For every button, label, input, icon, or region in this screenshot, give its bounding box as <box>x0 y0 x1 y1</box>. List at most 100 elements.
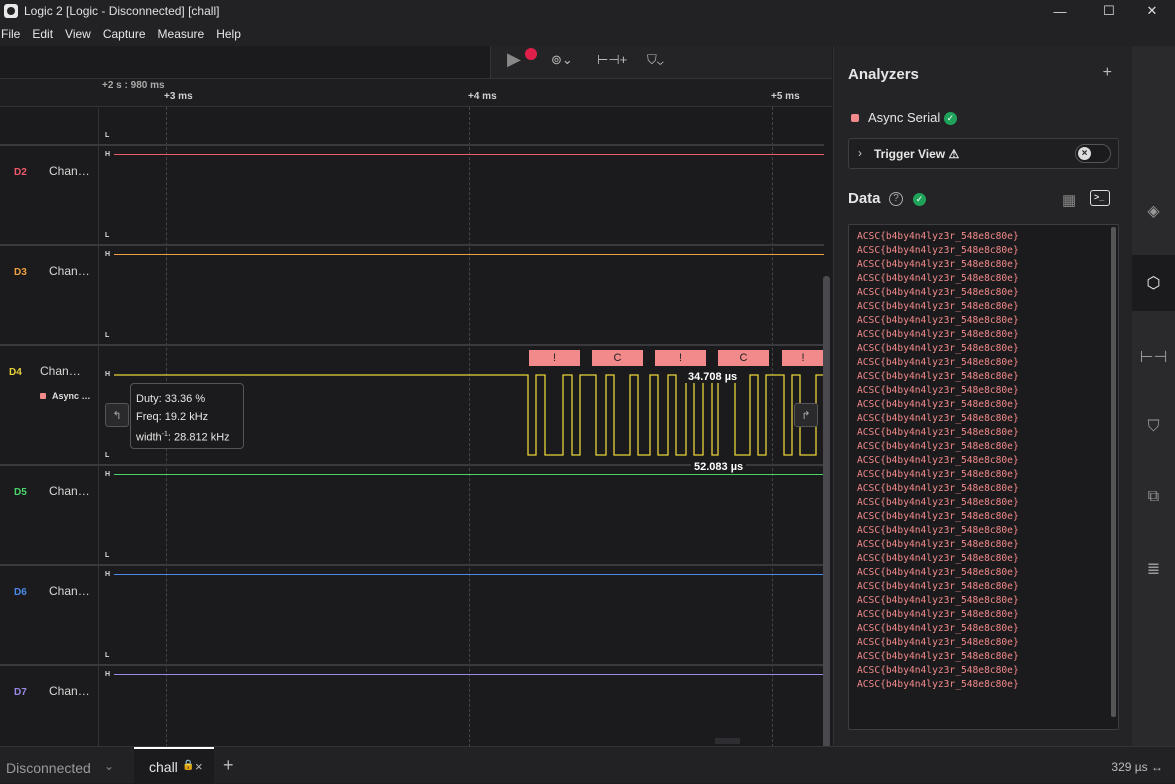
minimize-button[interactable]: — <box>1037 0 1083 22</box>
previous-edge-button[interactable]: ↰ <box>105 403 129 427</box>
window-title: Logic 2 [Logic - Disconnected] [chall] <box>24 4 220 18</box>
decoded-frame[interactable]: C <box>592 350 643 366</box>
new-tab-button[interactable]: + <box>223 755 234 776</box>
horizontal-scroll-handle[interactable] <box>715 738 740 744</box>
menu-view[interactable]: View <box>65 27 97 41</box>
channel-id: D6 <box>14 587 27 598</box>
maximize-button[interactable]: ☐ <box>1086 0 1132 22</box>
signal-trace-d2 <box>114 154 824 155</box>
analyzers-icon[interactable]: ⬡ <box>1132 268 1175 298</box>
low-marker: L <box>105 332 110 339</box>
signal-trace-d3 <box>114 254 824 255</box>
analyzer-item-async-serial[interactable]: Async Serial ✓ <box>868 110 957 126</box>
pulse-width-measurement: 34.708 µs <box>685 371 741 383</box>
menu-edit[interactable]: Edit <box>32 27 59 41</box>
signal-trace-d5 <box>114 474 824 475</box>
connection-status[interactable]: Disconnected <box>6 760 91 776</box>
trigger-view-toggle[interactable]: × <box>1075 144 1111 163</box>
channel-row-d1[interactable]: L <box>0 108 824 146</box>
high-marker: H <box>105 151 111 158</box>
channel-label-area: D5 Chan… <box>0 466 99 564</box>
channel-id: D2 <box>14 167 27 178</box>
channel-row-d3[interactable]: D3 Chan… H L <box>0 246 824 346</box>
menu-help[interactable]: Help <box>216 27 247 41</box>
channel-name[interactable]: Chan… <box>49 484 90 498</box>
capture-toolbar: ▶ ⊚⌄ ⊢⊣+ ⛉⌄ <box>490 46 832 78</box>
decoded-frame[interactable]: C <box>718 350 769 366</box>
measurement-tooltip: Duty: 33.36 % Freq: 19.2 kHz width-1: 28… <box>130 383 244 449</box>
time-origin: +2 s : 980 ms <box>102 80 165 91</box>
right-sidebar: ◈ ⬡ ⊢⊣ ⛉ ⧉ ≣ <box>1132 46 1175 746</box>
channel-name[interactable]: Chan… <box>49 164 90 178</box>
close-button[interactable]: ✕ <box>1129 0 1175 22</box>
add-marker-icon[interactable]: ⛉⌄ <box>647 52 664 68</box>
waveform-area[interactable]: ▶ ⊚⌄ ⊢⊣+ ⛉⌄ +2 s : 980 ms +3 ms +4 ms +5… <box>0 46 832 772</box>
check-icon: ✓ <box>943 112 957 126</box>
tab-chall[interactable]: chall 🔒 × <box>134 747 214 784</box>
low-marker: L <box>105 132 110 139</box>
channel-id: D5 <box>14 487 27 498</box>
layers-icon[interactable]: ◈ <box>1132 196 1175 226</box>
terminal-output[interactable]: ACSC{b4by4n4lyz3r_548e8c80e} ACSC{b4by4n… <box>848 224 1119 730</box>
signal-trace-d6 <box>114 574 824 575</box>
table-view-icon[interactable]: ▦ <box>1062 191 1076 209</box>
terminal-scrollbar[interactable] <box>1111 227 1116 717</box>
menu-bar: File Edit View Capture Measure Help <box>0 22 1175 46</box>
channel-label-area: D3 Chan… <box>0 246 99 344</box>
play-icon[interactable]: ▶ <box>507 49 521 70</box>
channel-row-d6[interactable]: D6 Chan… H L <box>0 566 824 666</box>
duty-value: Duty: 33.36 % <box>136 393 206 405</box>
menu-capture[interactable]: Capture <box>103 27 152 41</box>
tick-label: +5 ms <box>771 91 800 102</box>
terminal-lines: ACSC{b4by4n4lyz3r_548e8c80e} ACSC{b4by4n… <box>857 231 1019 690</box>
chevron-right-icon[interactable]: › <box>858 146 862 160</box>
channel-row-d2[interactable]: D2 Chan… H L <box>0 146 824 246</box>
channel-row-d5[interactable]: D5 Chan… H L <box>0 466 824 566</box>
width-value: : 28.812 kHz <box>167 431 230 444</box>
menu-measure[interactable]: Measure <box>158 27 211 41</box>
title-bar: Logic 2 [Logic - Disconnected] [chall] —… <box>0 0 1175 22</box>
close-icon: × <box>1078 147 1091 160</box>
channel-id: D7 <box>14 687 27 698</box>
next-edge-button[interactable]: ↱ <box>794 403 818 427</box>
channel-row-d4[interactable]: D4 Chan… Async … H L ! C ! C ! 34.708 µs… <box>0 346 824 473</box>
tab-label: chall <box>149 759 178 775</box>
low-marker: L <box>105 232 110 239</box>
chevron-down-icon[interactable]: ⌄ <box>104 759 114 773</box>
channel-label-area: D2 Chan… <box>0 146 99 244</box>
zoom-level: 329 µs ↔ <box>1111 760 1163 774</box>
decoded-frame[interactable]: ! <box>655 350 706 366</box>
high-marker: H <box>105 571 111 578</box>
decoded-frame[interactable]: ! <box>782 350 824 366</box>
status-bar: Disconnected ⌄ chall 🔒 × + 329 µs ↔ <box>0 746 1175 784</box>
extensions-icon[interactable]: ⧉ <box>1132 482 1175 512</box>
signal-trace-d7 <box>114 674 824 675</box>
terminal-view-icon[interactable]: >_ <box>1090 190 1110 206</box>
trigger-mode-icon[interactable]: ⊚⌄ <box>551 52 573 68</box>
trigger-view-row[interactable]: › Trigger View ⚠ × <box>848 138 1119 169</box>
check-icon: ✓ <box>913 193 926 206</box>
time-ruler[interactable]: +2 s : 980 ms +3 ms +4 ms +5 ms <box>0 79 832 107</box>
analyzers-panel: Analyzers + Async Serial ✓ › Trigger Vie… <box>833 46 1132 746</box>
menu-file[interactable]: File <box>0 27 26 41</box>
add-analyzer-button[interactable]: + <box>1103 64 1112 82</box>
help-icon[interactable]: ? <box>889 192 903 206</box>
channel-label-area <box>0 108 99 144</box>
frequency-value: Freq: 19.2 kHz <box>136 411 209 423</box>
width-label: width <box>136 431 162 444</box>
channel-name[interactable]: Chan… <box>49 684 90 698</box>
high-marker: H <box>105 251 111 258</box>
channel-id: D3 <box>14 267 27 278</box>
marker-icon[interactable]: ⛉ <box>1132 412 1175 442</box>
trigger-view-label: Trigger View ⚠ <box>874 147 960 161</box>
channel-name[interactable]: Chan… <box>49 584 90 598</box>
add-timing-marker-icon[interactable]: ⊢⊣+ <box>597 52 627 68</box>
tab-close-button[interactable]: × <box>195 759 203 774</box>
vertical-scrollbar[interactable] <box>823 276 830 772</box>
tick-label: +3 ms <box>164 91 193 102</box>
logic-app-icon <box>4 4 18 18</box>
decoded-frame[interactable]: ! <box>529 350 580 366</box>
channel-name[interactable]: Chan… <box>49 264 90 278</box>
timing-markers-icon[interactable]: ⊢⊣ <box>1132 342 1175 372</box>
notes-icon[interactable]: ≣ <box>1132 554 1175 584</box>
